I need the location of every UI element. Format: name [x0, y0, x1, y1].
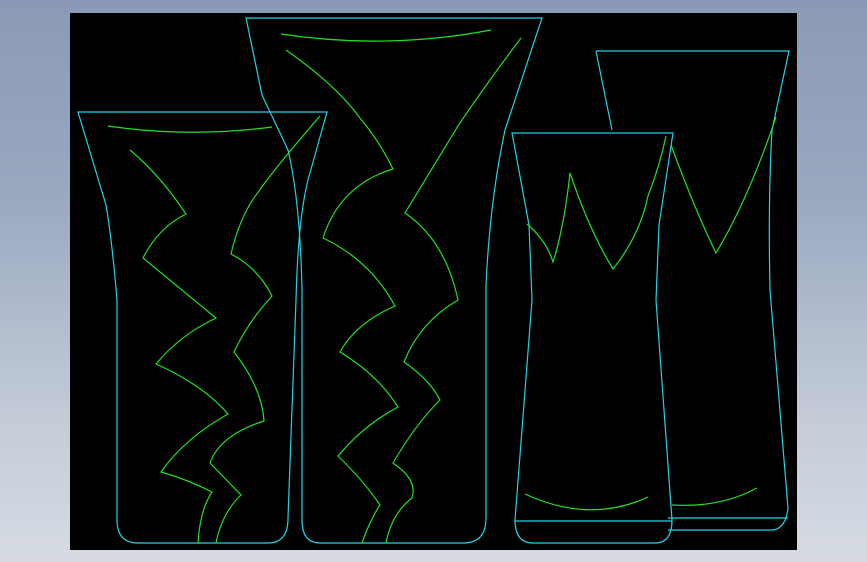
vase-3-base-arc	[524, 493, 649, 511]
vase-1-outline[interactable]	[77, 111, 328, 544]
vase-4-outline[interactable]	[595, 50, 790, 531]
drawing-viewport[interactable]	[70, 13, 797, 550]
cad-app-background: { "drawing": { "background_color": "#000…	[0, 0, 867, 562]
vase-4-base-arc	[671, 487, 758, 506]
vase-3-zigzag	[526, 135, 667, 271]
vase-2-rim-arc	[280, 29, 492, 42]
vase-1-zigzag-right	[209, 115, 321, 544]
vase-2-zigzag-right	[385, 37, 522, 544]
vase-drawing	[77, 17, 790, 544]
vase-4-zigzag	[670, 116, 777, 255]
vase-patterns	[107, 29, 777, 544]
vase-1-zigzag-left	[129, 149, 229, 544]
vase-outlines	[77, 17, 790, 544]
vase-2-zigzag-left	[285, 49, 399, 544]
vase-1-rim-arc	[107, 125, 273, 133]
